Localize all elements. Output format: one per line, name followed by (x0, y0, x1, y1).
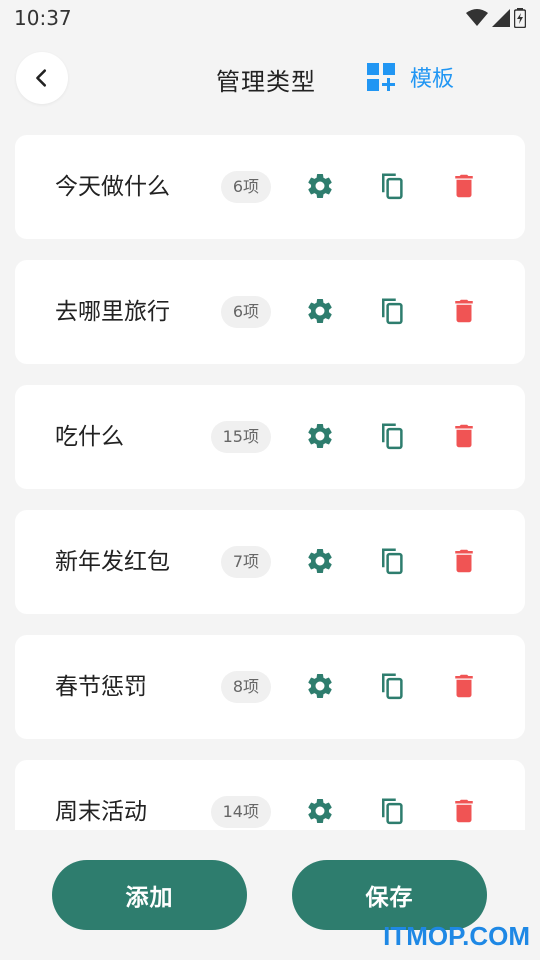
settings-button[interactable] (303, 421, 337, 455)
trash-icon (449, 171, 479, 205)
item-count-badge: 15项 (210, 421, 271, 453)
type-card[interactable]: 周末活动 14项 (15, 760, 525, 830)
settings-button[interactable] (303, 671, 337, 705)
gear-icon (305, 671, 335, 705)
trash-icon (449, 796, 479, 830)
wifi-icon (466, 9, 488, 26)
signal-icon (492, 9, 510, 27)
type-name: 去哪里旅行 (55, 299, 170, 325)
item-count-badge: 6项 (220, 296, 271, 328)
type-card[interactable]: 新年发红包 7项 (15, 510, 525, 614)
type-name: 今天做什么 (55, 174, 170, 200)
settings-button[interactable] (303, 171, 337, 205)
type-name: 吃什么 (55, 424, 124, 450)
type-card[interactable]: 今天做什么 6项 (15, 135, 525, 239)
copy-icon (377, 421, 407, 455)
copy-button[interactable] (375, 546, 409, 580)
dashboard-add-icon (367, 63, 395, 91)
status-icons (466, 8, 526, 28)
type-name: 新年发红包 (55, 549, 170, 575)
copy-button[interactable] (375, 171, 409, 205)
app-bar: 管理类型 模板 (0, 44, 540, 114)
gear-icon (305, 421, 335, 455)
type-list: 今天做什么 6项 去哪里旅行 6项 吃什么 15项 新年发红包 7项 春节惩罚 8项 周末活动 14项 (15, 135, 525, 830)
copy-icon (377, 546, 407, 580)
trash-icon (449, 421, 479, 455)
template-label: 模板 (410, 67, 455, 92)
copy-button[interactable] (375, 421, 409, 455)
item-count-badge: 6项 (220, 171, 271, 203)
copy-button[interactable] (375, 671, 409, 705)
watermark-logo: ITMOP.COM (383, 921, 530, 951)
gear-icon (305, 296, 335, 330)
copy-icon (377, 296, 407, 330)
template-button[interactable]: 模板 (366, 60, 454, 94)
type-card[interactable]: 春节惩罚 8项 (15, 635, 525, 739)
page-title: 管理类型 (216, 68, 316, 96)
item-count-badge: 8项 (220, 671, 271, 703)
type-name: 周末活动 (55, 799, 147, 825)
chevron-left-icon (36, 69, 47, 87)
delete-button[interactable] (447, 796, 481, 830)
item-count-badge: 7项 (220, 546, 271, 578)
copy-icon (377, 171, 407, 205)
copy-icon (377, 796, 407, 830)
trash-icon (449, 546, 479, 580)
status-time: 10:37 (14, 6, 72, 30)
delete-button[interactable] (447, 296, 481, 330)
item-count-badge: 14项 (210, 796, 271, 828)
copy-icon (377, 671, 407, 705)
delete-button[interactable] (447, 171, 481, 205)
delete-button[interactable] (447, 421, 481, 455)
delete-button[interactable] (447, 671, 481, 705)
trash-icon (449, 671, 479, 705)
settings-button[interactable] (303, 546, 337, 580)
copy-button[interactable] (375, 796, 409, 830)
gear-icon (305, 171, 335, 205)
trash-icon (449, 296, 479, 330)
type-card[interactable]: 去哪里旅行 6项 (15, 260, 525, 364)
settings-button[interactable] (303, 796, 337, 830)
delete-button[interactable] (447, 546, 481, 580)
back-button[interactable] (16, 52, 68, 104)
gear-icon (305, 796, 335, 830)
save-button[interactable]: 保存 (292, 860, 487, 930)
type-card[interactable]: 吃什么 15项 (15, 385, 525, 489)
add-button[interactable]: 添加 (52, 860, 247, 930)
copy-button[interactable] (375, 296, 409, 330)
settings-button[interactable] (303, 296, 337, 330)
type-name: 春节惩罚 (55, 674, 147, 700)
status-bar: 10:37 (0, 0, 540, 36)
battery-icon (514, 8, 526, 28)
gear-icon (305, 546, 335, 580)
